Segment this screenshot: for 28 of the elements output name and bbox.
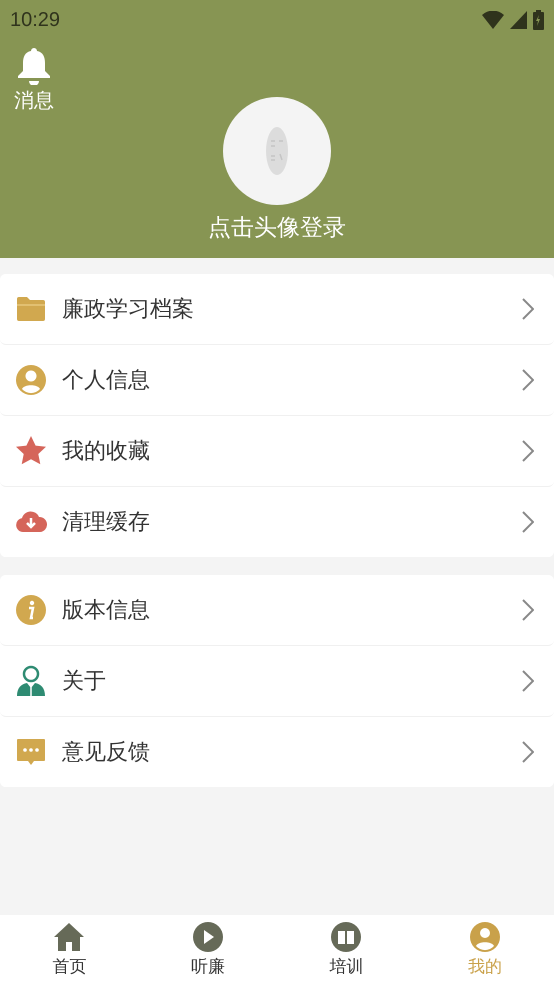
nav-tab[interactable]: 听廉 (138, 915, 277, 984)
seal-icon (265, 126, 289, 176)
chevron-right-icon (522, 511, 534, 533)
nav-tab[interactable]: 培训 (277, 915, 416, 984)
person-icon (468, 921, 501, 953)
chevron-right-icon (522, 670, 534, 692)
chat-icon (16, 738, 46, 766)
play-icon (192, 921, 224, 953)
login-prompt: 点击头像登录 (207, 214, 347, 243)
chevron-right-icon (522, 369, 534, 391)
user-tie-icon (16, 665, 46, 697)
status-time: 10:29 (10, 8, 60, 32)
info-icon (15, 594, 47, 626)
star-icon (15, 435, 47, 467)
folder-icon (16, 296, 46, 322)
battery-icon (533, 10, 544, 30)
book-icon (330, 921, 362, 953)
nav-tab[interactable]: 首页 (0, 915, 138, 984)
download-cloud-icon (15, 510, 47, 534)
chevron-right-icon (522, 440, 534, 462)
signal-icon (510, 11, 527, 29)
chevron-right-icon (522, 599, 534, 621)
chevron-right-icon (522, 741, 534, 763)
home-icon (53, 921, 86, 953)
person-icon (15, 364, 47, 396)
chevron-right-icon (522, 298, 534, 320)
bell-icon (17, 47, 51, 85)
wifi-icon (482, 11, 504, 29)
